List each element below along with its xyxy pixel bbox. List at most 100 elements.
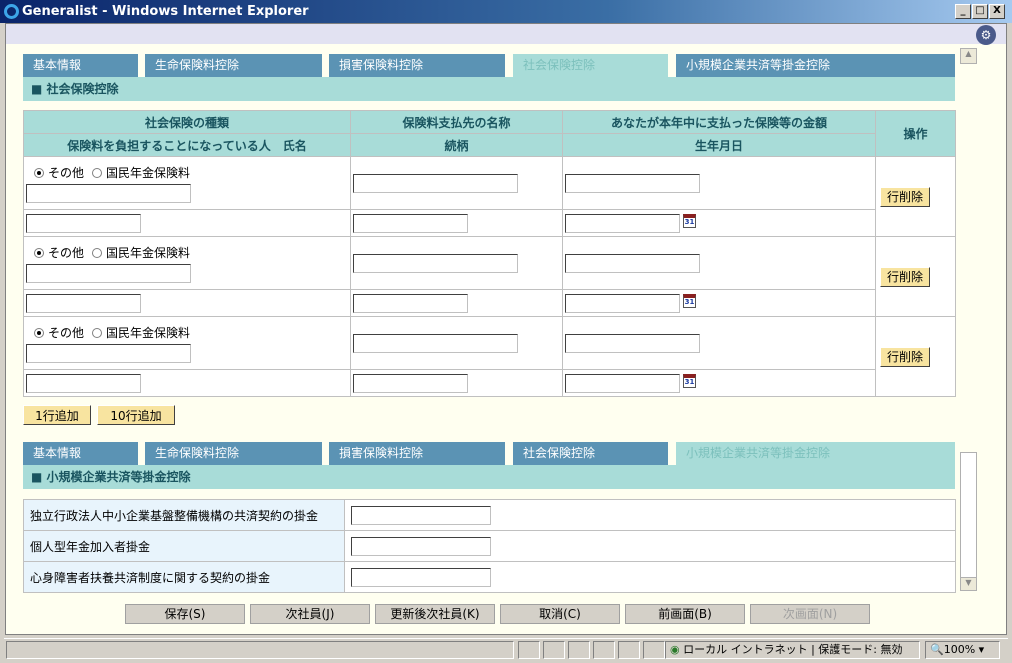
table-row: その他 国民年金保険料 行削除 [23, 316, 956, 397]
previous-screen-button[interactable]: 前画面(B) [625, 604, 745, 624]
amount-input[interactable] [351, 567, 491, 587]
tab-basic-info[interactable]: 基本情報 [23, 54, 138, 77]
payee-input[interactable] [353, 333, 518, 353]
status-text [6, 641, 514, 659]
ie-logo-icon [4, 4, 19, 19]
radio-other[interactable] [34, 168, 44, 178]
cancel-button[interactable]: 取消(C) [500, 604, 620, 624]
status-pane [643, 641, 665, 659]
header-person: 保険料を負担することになっている人 氏名 [23, 133, 351, 157]
birthdate-input[interactable] [565, 373, 680, 393]
tab-life-insurance[interactable]: 生命保険料控除 [145, 54, 322, 77]
tab-damage-insurance-2[interactable]: 損害保険料控除 [329, 442, 505, 465]
row-label: 独立行政法人中小企業基盤整備機構の共済契約の掛金 [23, 499, 345, 531]
amount-input[interactable] [351, 536, 491, 556]
person-name-input[interactable] [26, 373, 141, 393]
insurance-type-input[interactable] [26, 343, 191, 363]
radio-label: その他 [48, 325, 85, 340]
radio-other[interactable] [34, 248, 44, 258]
status-pane [593, 641, 615, 659]
person-name-input[interactable] [26, 213, 141, 233]
scrollbar-thumb[interactable] [960, 452, 977, 578]
header-type: 社会保険の種類 [23, 110, 351, 134]
maximize-button[interactable]: □ [972, 4, 988, 19]
delete-row-button[interactable]: 行削除 [880, 186, 931, 207]
save-button[interactable]: 保存(S) [125, 604, 245, 624]
table-row: その他 国民年金保険料 行削除 [23, 236, 956, 317]
delete-row-button[interactable]: 行削除 [880, 266, 931, 287]
scroll-up-button[interactable]: ▲ [960, 48, 977, 64]
tab-small-business[interactable]: 小規模企業共済等掛金控除 [676, 54, 955, 77]
social-insurance-table: 社会保険の種類 保険料支払先の名称 あなたが本年中に支払った保険等の金額 操作 保険料… [23, 110, 956, 397]
calendar-icon[interactable]: 31 [683, 373, 696, 388]
next-employee-button[interactable]: 次社員(J) [250, 604, 370, 624]
row-label: 個人型年金加入者掛金 [23, 530, 345, 562]
person-name-input[interactable] [26, 293, 141, 313]
payee-input[interactable] [353, 253, 518, 273]
relation-input[interactable] [353, 373, 468, 393]
header-payee: 保険料支払先の名称 [350, 110, 563, 134]
status-pane [618, 641, 640, 659]
zoom-control[interactable]: 🔍100% ▾ [925, 641, 1000, 659]
tab-social-insurance-2[interactable]: 社会保険控除 [513, 442, 668, 465]
zoom-icon: 🔍 [930, 643, 944, 656]
row-label: 心身障害者扶養共済制度に関する契約の掛金 [23, 561, 345, 593]
next-screen-button: 次画面(N) [750, 604, 870, 624]
birthdate-input[interactable] [565, 293, 680, 313]
status-pane [543, 641, 565, 659]
header-amount: あなたが本年中に支払った保険等の金額 [562, 110, 876, 134]
tools-icon[interactable]: ⚙ [976, 25, 996, 45]
radio-other[interactable] [34, 328, 44, 338]
zone-text: ローカル イントラネット | 保護モード: 無効 [683, 643, 903, 656]
update-next-employee-button[interactable]: 更新後次社員(K) [375, 604, 495, 624]
security-zone[interactable]: ◉ ローカル イントラネット | 保護モード: 無効 [665, 641, 920, 659]
payee-input[interactable] [353, 173, 518, 193]
section-title-small-business: ■ 小規模企業共済等掛金控除 [23, 465, 955, 489]
status-pane [518, 641, 540, 659]
close-button[interactable]: X [989, 4, 1005, 19]
radio-national-pension[interactable] [92, 328, 103, 338]
calendar-icon[interactable]: 31 [683, 293, 696, 308]
tab-basic-info-2[interactable]: 基本情報 [23, 442, 138, 465]
radio-national-pension[interactable] [92, 168, 103, 178]
birthdate-input[interactable] [565, 213, 680, 233]
table-row: 心身障害者扶養共済制度に関する契約の掛金 [23, 561, 956, 593]
amount-input[interactable] [351, 505, 491, 525]
scroll-down-button[interactable]: ▼ [960, 577, 977, 591]
tab-damage-insurance[interactable]: 損害保険料控除 [329, 54, 505, 77]
globe-icon: ◉ [670, 643, 680, 656]
insurance-type-input[interactable] [26, 263, 191, 283]
radio-label: 国民年金保険料 [106, 245, 191, 260]
table-row: その他 国民年金保険料 行削除 [23, 156, 956, 237]
relation-input[interactable] [353, 293, 468, 313]
amount-input[interactable] [565, 333, 700, 353]
radio-label: 国民年金保険料 [106, 165, 191, 180]
delete-row-button[interactable]: 行削除 [880, 346, 931, 367]
header-relation: 続柄 [350, 133, 563, 157]
tab-social-insurance[interactable]: 社会保険控除 [513, 54, 668, 77]
tab-life-insurance-2[interactable]: 生命保険料控除 [145, 442, 322, 465]
window-title: Generalist - Windows Internet Explorer [22, 4, 309, 19]
relation-input[interactable] [353, 213, 468, 233]
section-title-social: ■ 社会保険控除 [23, 77, 955, 101]
add-10-rows-button[interactable]: 10行追加 [97, 405, 175, 425]
header-birth: 生年月日 [562, 133, 876, 157]
table-row: 31 [23, 369, 956, 397]
table-row: 31 [23, 209, 956, 237]
status-pane [568, 641, 590, 659]
calendar-icon[interactable]: 31 [683, 213, 696, 228]
zoom-level: 100% [943, 643, 976, 656]
small-business-table: 独立行政法人中小企業基盤整備機構の共済契約の掛金 個人型年金加入者掛金 心身障害… [23, 499, 956, 593]
add-1-row-button[interactable]: 1行追加 [23, 405, 91, 425]
radio-label: 国民年金保険料 [106, 325, 191, 340]
amount-input[interactable] [565, 173, 700, 193]
radio-national-pension[interactable] [92, 248, 103, 258]
tab-small-business-2[interactable]: 小規模企業共済等掛金控除 [676, 442, 955, 465]
amount-input[interactable] [565, 253, 700, 273]
insurance-type-input[interactable] [26, 183, 191, 203]
title-bar: Generalist - Windows Internet Explorer [0, 0, 1012, 23]
radio-label: その他 [48, 165, 85, 180]
table-row: 31 [23, 289, 956, 317]
minimize-button[interactable]: _ [955, 4, 971, 19]
table-row: 個人型年金加入者掛金 [23, 530, 956, 562]
